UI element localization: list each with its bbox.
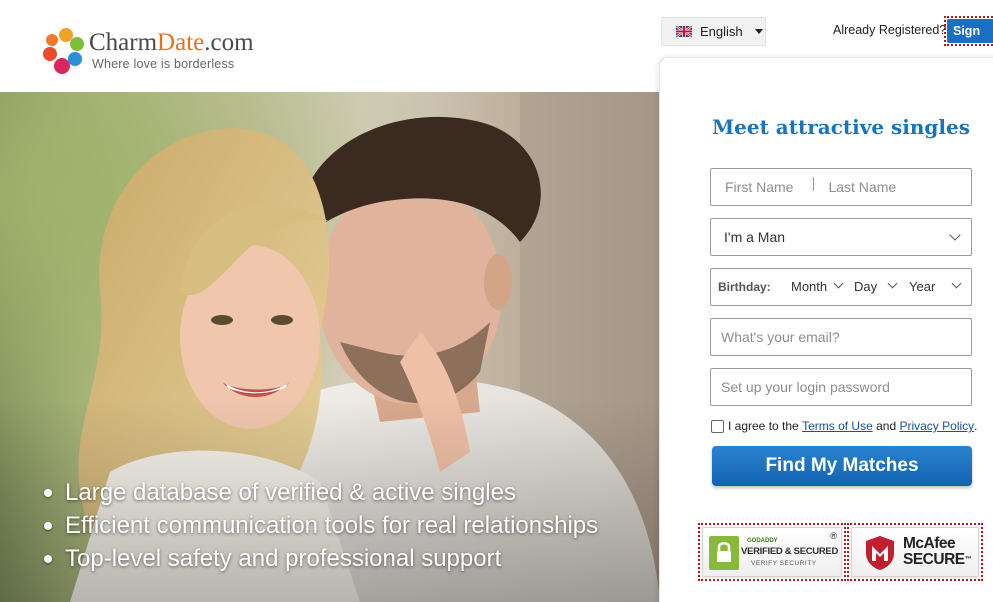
sign-in-label: Sign <box>947 19 993 43</box>
logo-wordmark: CharmDate.com <box>89 29 254 56</box>
sign-in-button[interactable]: Sign <box>944 16 993 46</box>
signup-panel: Meet attractive singles First Name Last … <box>659 57 993 602</box>
feature-item: Top-level safety and professional suppor… <box>44 542 598 575</box>
birthday-year-select[interactable]: Year <box>909 279 935 294</box>
godaddy-badge-body: GODADDY VERIFIED & SECURED VERIFY SECURI… <box>702 527 842 577</box>
mcafee-line2: SECURE <box>903 551 965 568</box>
terms-checkbox[interactable] <box>711 419 724 433</box>
mcafee-shield-icon <box>866 536 894 570</box>
hero-photo: Large database of verified & active sing… <box>0 92 660 602</box>
lock-icon <box>709 536 739 570</box>
caret-down-icon <box>754 29 763 34</box>
agree-text: I agree to the <box>728 419 799 433</box>
feature-list: Large database of verified & active sing… <box>44 476 598 575</box>
language-label: English <box>700 24 743 39</box>
bullet-dot-icon <box>44 488 52 497</box>
feature-text: Efficient communication tools for real r… <box>65 511 599 539</box>
logo-flower-icon <box>43 28 84 74</box>
landing-page: CharmDate.com Where love is borderless E… <box>0 0 993 602</box>
and-text: and <box>876 419 897 433</box>
site-logo[interactable]: CharmDate.com Where love is borderless <box>42 26 282 78</box>
feature-item: Efficient communication tools for real r… <box>44 509 598 542</box>
trademark-mark: ™ <box>964 556 972 563</box>
last-name-input[interactable]: Last Name <box>828 179 896 195</box>
terms-agreement: I agree to the Terms of Use and Privacy … <box>711 419 978 433</box>
language-selector[interactable]: English <box>661 17 766 46</box>
birthday-field: Birthday: Month Day Year <box>710 268 972 306</box>
name-fields: First Name Last Name <box>710 168 972 206</box>
password-placeholder: Set up your login password <box>721 379 890 395</box>
first-name-input[interactable]: First Name <box>725 179 793 195</box>
period-text: . <box>974 419 978 433</box>
mcafee-line1: McAfee <box>903 535 956 552</box>
birthday-month-select[interactable]: Month <box>791 279 827 294</box>
bullet-dot-icon <box>44 521 52 530</box>
godaddy-verified-text: VERIFIED & SECURED <box>741 546 839 557</box>
registered-mark: ® <box>830 531 837 541</box>
signup-title: Meet attractive singles <box>711 115 970 139</box>
godaddy-brand: GODADDY <box>747 538 778 544</box>
name-divider <box>813 177 815 191</box>
gender-select[interactable]: I'm a Man <box>710 218 972 256</box>
privacy-link[interactable]: Privacy Policy <box>899 419 974 433</box>
uk-flag-icon <box>676 26 692 37</box>
feature-item: Large database of verified & active sing… <box>44 476 598 509</box>
email-field[interactable]: What's your email? <box>710 318 972 356</box>
logo-tagline: Where love is borderless <box>92 57 235 71</box>
password-field[interactable]: Set up your login password <box>710 368 972 406</box>
feature-text: Top-level safety and professional suppor… <box>65 544 502 572</box>
godaddy-verify-text: VERIFY SECURITY <box>751 560 817 567</box>
chevron-down-icon <box>887 278 898 289</box>
birthday-label: Birthday: <box>718 280 771 294</box>
mcafee-badge-body: McAfee SECURE™ <box>851 527 979 577</box>
already-registered-text: Already Registered? <box>833 23 947 37</box>
godaddy-badge[interactable]: GODADDY VERIFIED & SECURED VERIFY SECURI… <box>698 523 846 581</box>
chevron-down-icon <box>833 278 844 289</box>
mcafee-badge[interactable]: McAfee SECURE™ <box>847 523 983 581</box>
terms-link[interactable]: Terms of Use <box>802 419 873 433</box>
gender-value: I'm a Man <box>724 229 786 245</box>
mcafee-secure-text: McAfee SECURE™ <box>903 535 972 568</box>
find-matches-button[interactable]: Find My Matches <box>712 446 972 486</box>
feature-text: Large database of verified & active sing… <box>65 478 516 506</box>
chevron-down-icon <box>951 278 962 289</box>
email-placeholder: What's your email? <box>721 329 840 345</box>
birthday-day-select[interactable]: Day <box>854 279 877 294</box>
bullet-dot-icon <box>44 554 52 563</box>
chevron-down-icon <box>949 229 961 241</box>
